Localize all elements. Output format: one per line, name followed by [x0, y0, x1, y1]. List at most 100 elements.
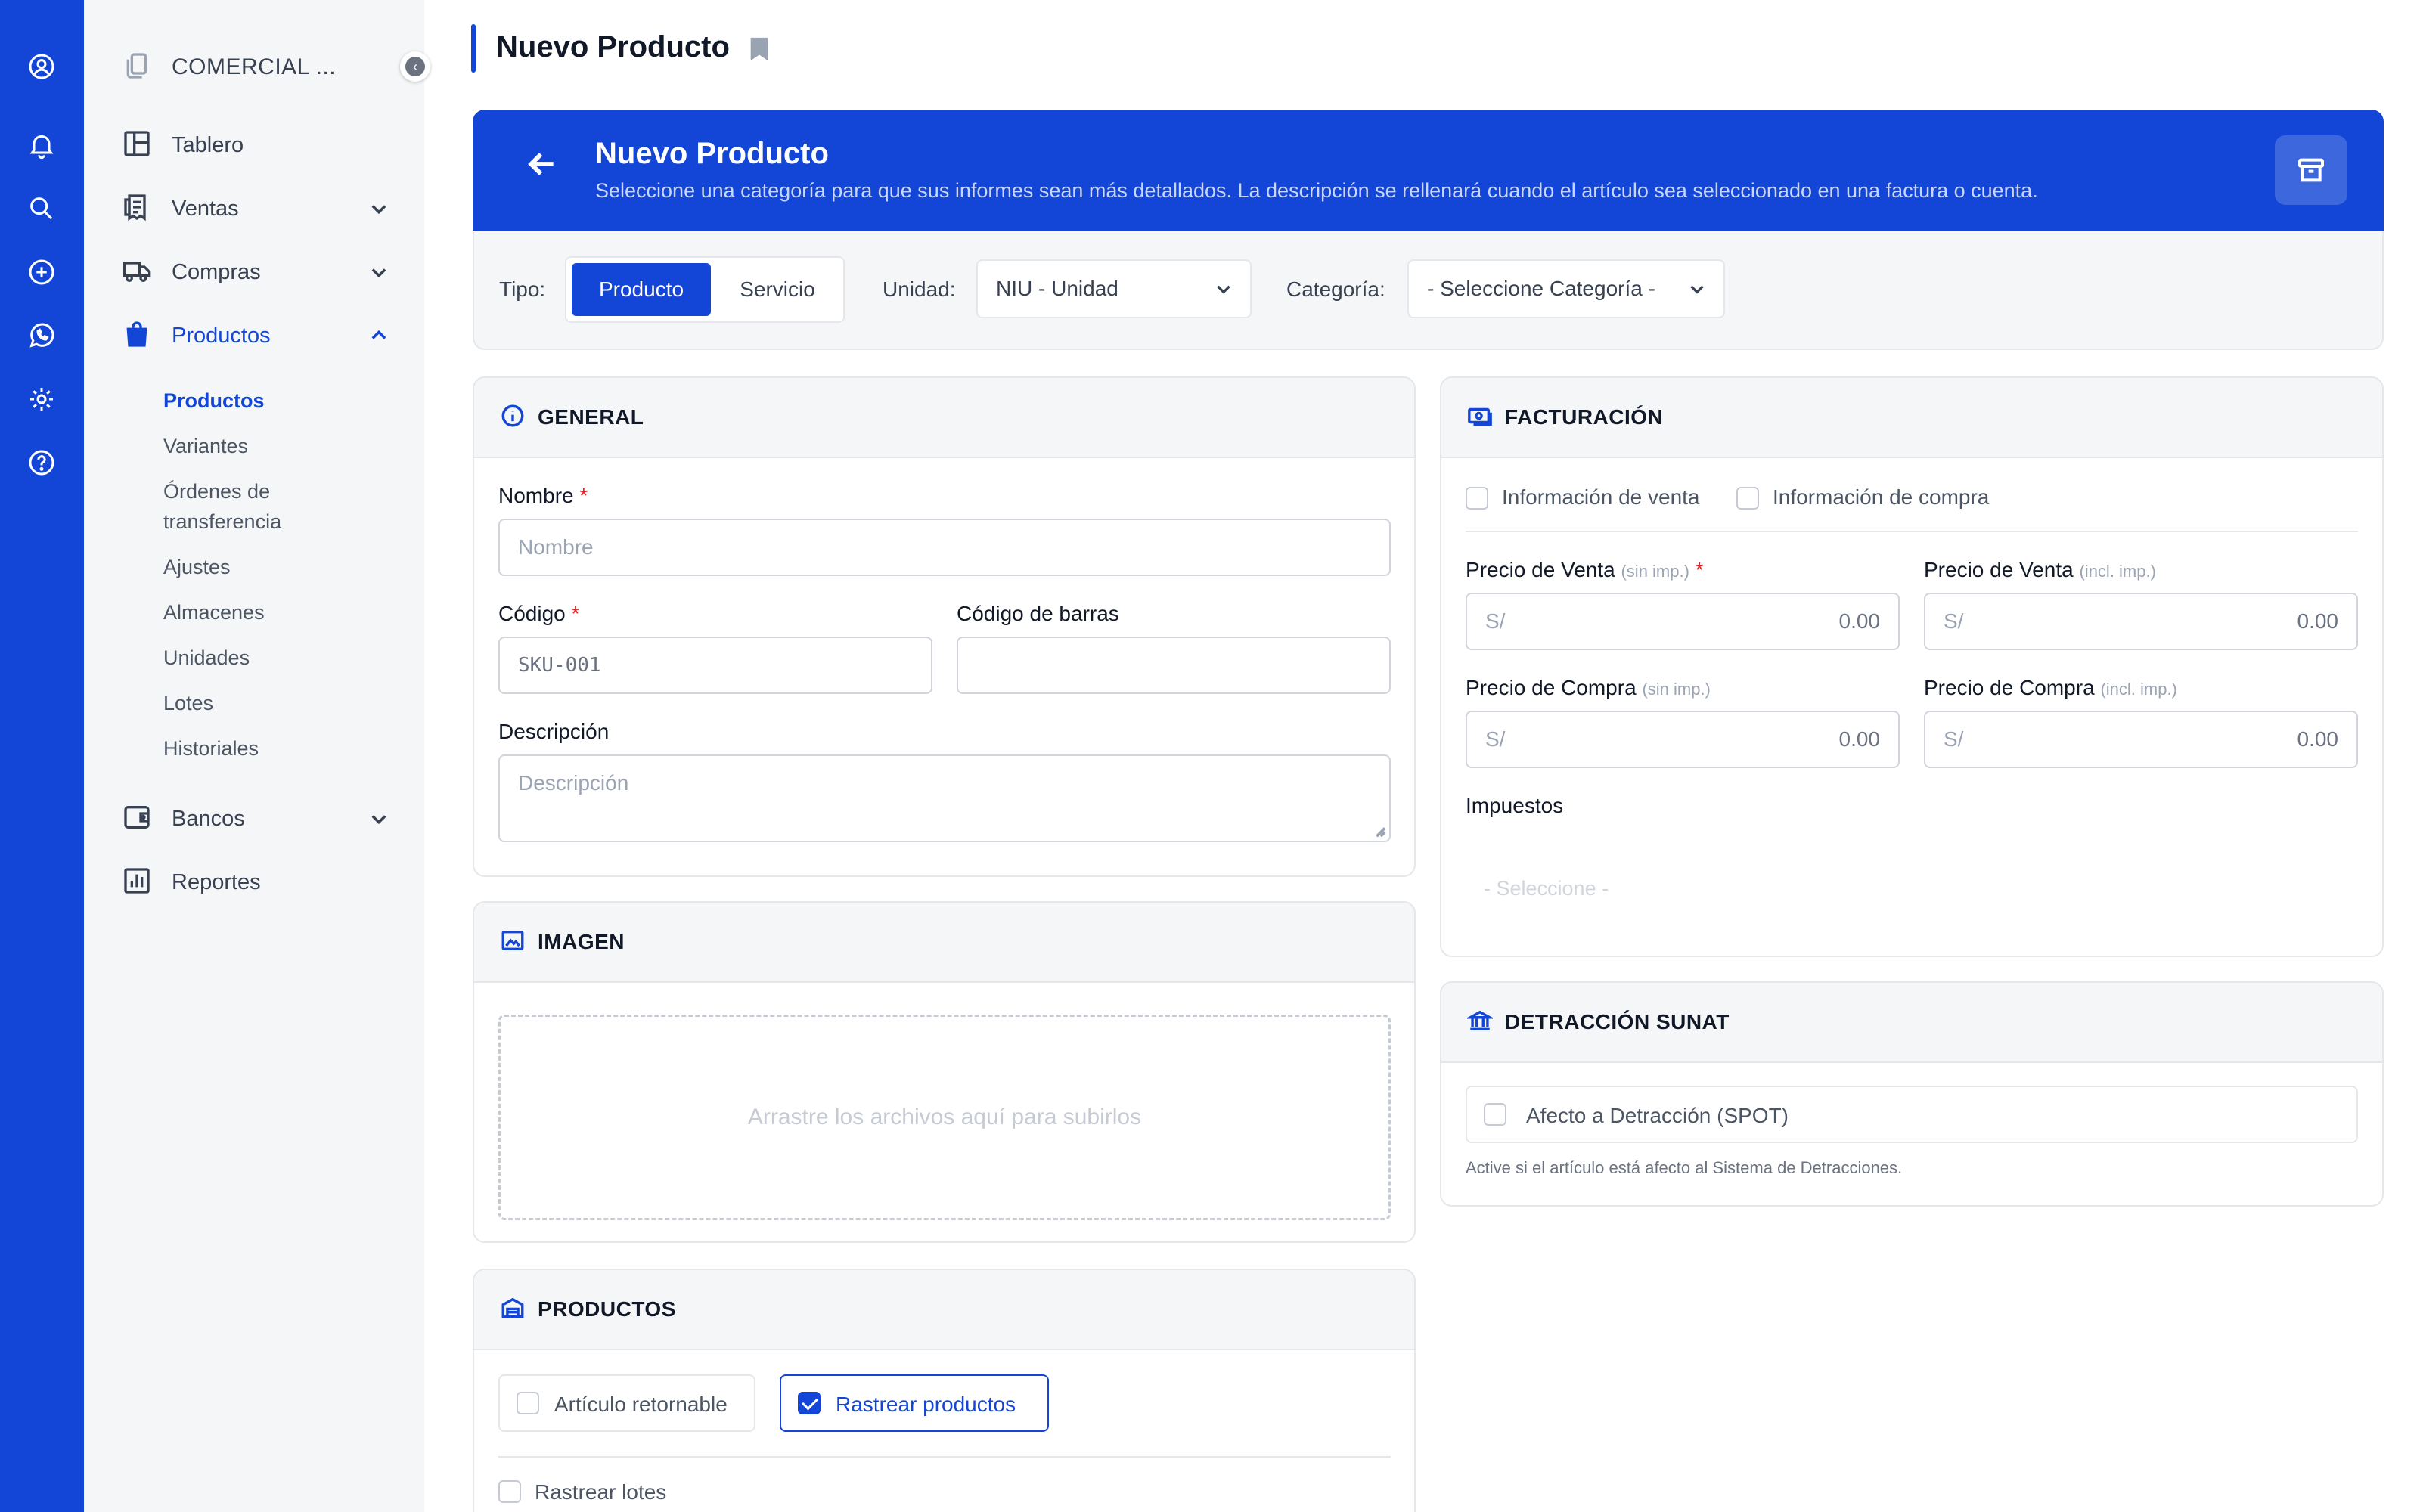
search-icon[interactable] [25, 192, 58, 225]
chevron-up-icon [368, 325, 389, 350]
precio-venta-sin-input[interactable]: S/ 0.00 [1466, 593, 1900, 650]
nav-item-label: Ventas [172, 196, 239, 221]
sub-item-almacenes[interactable]: Almacenes [163, 597, 265, 627]
descripcion-textarea[interactable]: Descripción [498, 754, 1391, 842]
plus-circle-icon[interactable] [25, 256, 58, 289]
user-circle-icon[interactable] [25, 50, 58, 83]
rastrear-lotes-label: Rastrear lotes [535, 1480, 667, 1504]
facturacion-card-header: FACTURACIÓN [1441, 378, 2382, 458]
nav-item-label: Productos [172, 323, 271, 348]
resize-handle-icon [1376, 827, 1386, 838]
currency-prefix: S/ [1485, 609, 1506, 633]
banner-title: Nuevo Producto [595, 137, 829, 170]
articulo-retornable-toggle[interactable]: Artículo retornable [498, 1374, 755, 1432]
info-compra-checkbox[interactable] [1736, 487, 1759, 510]
sin-imp-note: (sin imp.) [1642, 680, 1711, 699]
nav-item-reportes[interactable]: Reportes [122, 860, 402, 905]
productos-title: PRODUCTOS [538, 1297, 676, 1321]
impuestos-placeholder: - Seleccione - [1484, 876, 1609, 900]
currency-prefix: S/ [1944, 727, 1964, 751]
precio-venta-text: Precio de Venta [1924, 558, 2074, 581]
org-switcher[interactable]: COMERCIAL ... [122, 47, 427, 88]
precio-compra-incl-input[interactable]: S/ 0.00 [1924, 711, 2358, 768]
nav-item-productos[interactable]: Productos [122, 313, 402, 358]
nav-item-label: Bancos [172, 806, 245, 831]
detraccion-card-header: DETRACCIÓN SUNAT [1441, 983, 2382, 1063]
divider [498, 1456, 1391, 1458]
page-title: Nuevo Producto [496, 30, 730, 64]
dropzone-text: Arrastre los archivos aquí para subirlos [747, 1105, 1142, 1129]
tipo-label: Tipo: [499, 277, 546, 301]
archive-button[interactable] [2275, 135, 2347, 205]
unidad-select[interactable]: NIU - Unidad [976, 259, 1252, 318]
codigo-barras-label: Código de barras [957, 602, 1119, 625]
precio-venta-incl-input[interactable]: S/ 0.00 [1924, 593, 2358, 650]
precio-compra-incl-value: 0.00 [2297, 727, 2339, 751]
nav-item-compras[interactable]: Compras [122, 249, 402, 295]
nombre-input[interactable]: Nombre [498, 519, 1391, 576]
nav-item-tablero[interactable]: Tablero [122, 122, 402, 168]
precio-compra-sin-input[interactable]: S/ 0.00 [1466, 711, 1900, 768]
wallet-icon [122, 802, 152, 836]
nombre-label: Nombre * [498, 484, 588, 508]
sub-item-variantes[interactable]: Variantes [163, 431, 248, 461]
bookmark-icon[interactable] [749, 36, 770, 66]
back-arrow-icon[interactable] [526, 147, 559, 184]
afecto-detraccion-checkbox[interactable] [1484, 1103, 1506, 1126]
icon-rail [0, 0, 84, 1512]
nav-item-ventas[interactable]: Ventas [122, 186, 402, 231]
rastrear-productos-checkbox[interactable] [798, 1392, 821, 1414]
articulo-retornable-checkbox[interactable] [517, 1392, 539, 1414]
rastrear-productos-toggle[interactable]: Rastrear productos [780, 1374, 1049, 1432]
afecto-detraccion-toggle[interactable]: Afecto a Detracción (SPOT) [1466, 1086, 2358, 1143]
nombre-placeholder: Nombre [518, 535, 594, 559]
precio-compra-sin-value: 0.00 [1838, 727, 1881, 751]
imagen-card-header: IMAGEN [474, 903, 1414, 983]
precio-venta-sin-label: Precio de Venta (sin imp.) * [1466, 558, 1704, 582]
bell-icon[interactable] [25, 129, 58, 162]
afecto-detraccion-label: Afecto a Detracción (SPOT) [1526, 1104, 1789, 1127]
whatsapp-icon[interactable] [25, 319, 58, 352]
nombre-label-text: Nombre [498, 484, 574, 507]
sub-item-historiales[interactable]: Historiales [163, 733, 259, 764]
tipo-servicio-button[interactable]: Servicio [718, 263, 837, 316]
sub-item-productos[interactable]: Productos [163, 386, 265, 416]
required-mark: * [579, 484, 588, 507]
sub-item-ordenes[interactable]: Órdenes de [163, 476, 270, 507]
info-venta-checkbox[interactable] [1466, 487, 1488, 510]
precio-venta-sin-value: 0.00 [1838, 609, 1881, 633]
chevron-down-icon [1214, 279, 1233, 304]
truck-icon [122, 256, 152, 290]
categoria-select[interactable]: - Seleccione Categoría - [1407, 259, 1725, 318]
org-name: COMERCIAL ... [172, 54, 337, 79]
incl-imp-note: (incl. imp.) [2079, 562, 2156, 581]
image-dropzone[interactable]: Arrastre los archivos aquí para subirlos [498, 1015, 1391, 1220]
dashboard-icon [122, 129, 152, 163]
tipo-producto-button[interactable]: Producto [572, 263, 711, 316]
productos-card-header: PRODUCTOS [474, 1270, 1414, 1350]
help-circle-icon[interactable] [25, 446, 58, 479]
currency-prefix: S/ [1944, 609, 1964, 633]
collapse-sidebar-button[interactable]: ‹ [400, 51, 430, 82]
divider [1466, 531, 2358, 532]
sub-item-ajustes[interactable]: Ajustes [163, 552, 231, 582]
imagen-title: IMAGEN [538, 930, 625, 953]
sub-item-unidades[interactable]: Unidades [163, 643, 250, 673]
product-type-bar: Tipo: Producto Servicio Unidad: NIU - Un… [473, 231, 2384, 350]
warehouse-icon [500, 1295, 526, 1325]
codigo-input[interactable]: SKU-001 [498, 637, 932, 694]
gear-icon[interactable] [25, 383, 58, 416]
rastrear-productos-label: Rastrear productos [836, 1393, 1016, 1416]
articulo-retornable-label: Artículo retornable [554, 1393, 728, 1416]
form-header-banner: Nuevo Producto Seleccione una categoría … [473, 110, 2384, 231]
categoria-label: Categoría: [1286, 277, 1385, 301]
precio-compra-incl-label: Precio de Compra (incl. imp.) [1924, 676, 2177, 700]
nav-item-bancos[interactable]: Bancos [122, 796, 402, 841]
detraccion-title: DETRACCIÓN SUNAT [1505, 1010, 1730, 1033]
sub-item-ordenes-line2[interactable]: transferencia [163, 507, 281, 537]
codigo-barras-input[interactable] [957, 637, 1391, 694]
rastrear-lotes-checkbox[interactable] [498, 1480, 521, 1503]
unidad-label: Unidad: [883, 277, 956, 301]
impuestos-select[interactable]: - Seleccione - [1466, 862, 2358, 915]
sub-item-lotes[interactable]: Lotes [163, 688, 213, 718]
